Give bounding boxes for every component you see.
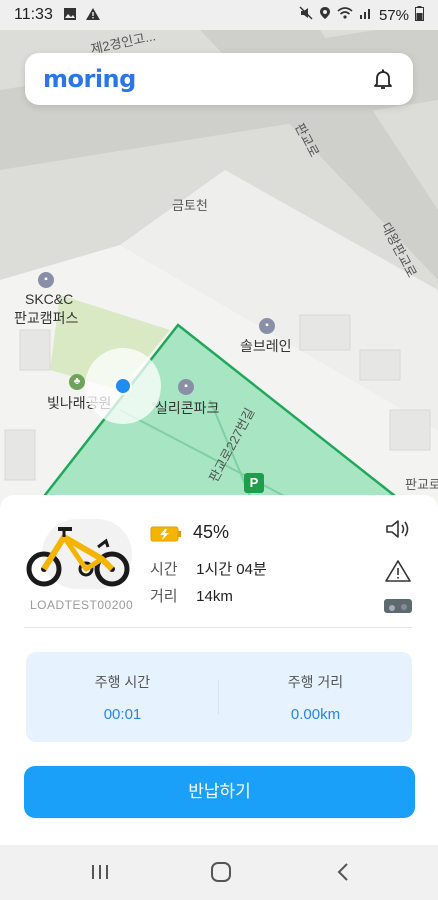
home-icon[interactable] <box>207 859 235 885</box>
divider <box>24 627 412 628</box>
battery-percent: 57% <box>378 6 409 24</box>
vehicle-photo-icon[interactable] <box>384 599 412 623</box>
building-poi-icon: ▪ <box>38 272 54 288</box>
battery-icon <box>415 5 424 25</box>
speaker-icon[interactable] <box>384 517 412 541</box>
bell-icon[interactable] <box>371 67 395 91</box>
header-bar: moring <box>25 53 413 105</box>
usage-time-row: 시간 1시간 04분 <box>150 558 267 579</box>
map-label-silicon-park: 실리콘파크 <box>155 400 220 416</box>
ride-distance-value: 0.00km <box>290 706 341 723</box>
map-label-road-bottom: 판교로... <box>405 477 438 492</box>
wifi-icon <box>337 6 353 24</box>
building-poi-icon: ▪ <box>259 318 275 334</box>
park-poi-icon: ♣ <box>69 374 85 390</box>
map-label-creek: 금토천 <box>172 198 208 213</box>
building-poi-icon: ▪ <box>178 379 194 395</box>
app-logo[interactable]: moring <box>43 65 136 93</box>
back-icon[interactable] <box>330 859 358 885</box>
battery-level: 45% <box>193 522 230 542</box>
location-icon <box>319 6 331 24</box>
time-value: 1시간 04분 <box>196 561 267 578</box>
ride-time-value: 00:01 <box>103 706 142 723</box>
bicycle-icon <box>26 527 130 587</box>
current-location-marker <box>114 377 132 395</box>
mute-icon <box>299 6 313 24</box>
distance-label: 거리 <box>150 588 178 605</box>
return-button[interactable]: 반납하기 <box>24 766 415 818</box>
recent-apps-icon[interactable] <box>86 859 114 885</box>
parking-icon[interactable]: P <box>244 473 264 493</box>
ride-summary-box: 주행 시간 00:01 주행 거리 0.00km <box>26 652 412 742</box>
map-label-skcc: SKC&C <box>25 291 74 307</box>
status-time: 11:33 <box>14 6 53 23</box>
signal-icon <box>359 6 373 24</box>
gallery-icon <box>63 7 77 24</box>
warning-icon <box>85 7 101 24</box>
map-label-solbrain: 솔브레인 <box>240 338 292 354</box>
distance-row: 거리 14km <box>150 585 233 606</box>
ride-time-title: 주행 시간 <box>94 674 151 690</box>
battery-charging-icon <box>150 526 182 542</box>
map-label-skcc-campus: 판교캠퍼스 <box>14 310 79 326</box>
ride-distance-col: 주행 거리 0.00km <box>219 652 412 742</box>
warning-triangle-icon[interactable] <box>384 559 412 583</box>
distance-value: 14km <box>196 588 233 605</box>
vehicle-image <box>24 517 134 592</box>
ride-distance-title: 주행 거리 <box>287 674 344 690</box>
android-nav-bar <box>0 845 438 900</box>
time-label: 시간 <box>150 561 178 578</box>
status-bar: 11:33 57% <box>0 0 438 30</box>
vehicle-sheet: LOADTEST00200 45% 시간 1시간 04분 거리 14km 주행 … <box>0 495 438 845</box>
vehicle-id: LOADTEST00200 <box>30 598 134 612</box>
ride-time-col: 주행 시간 00:01 <box>26 652 219 742</box>
